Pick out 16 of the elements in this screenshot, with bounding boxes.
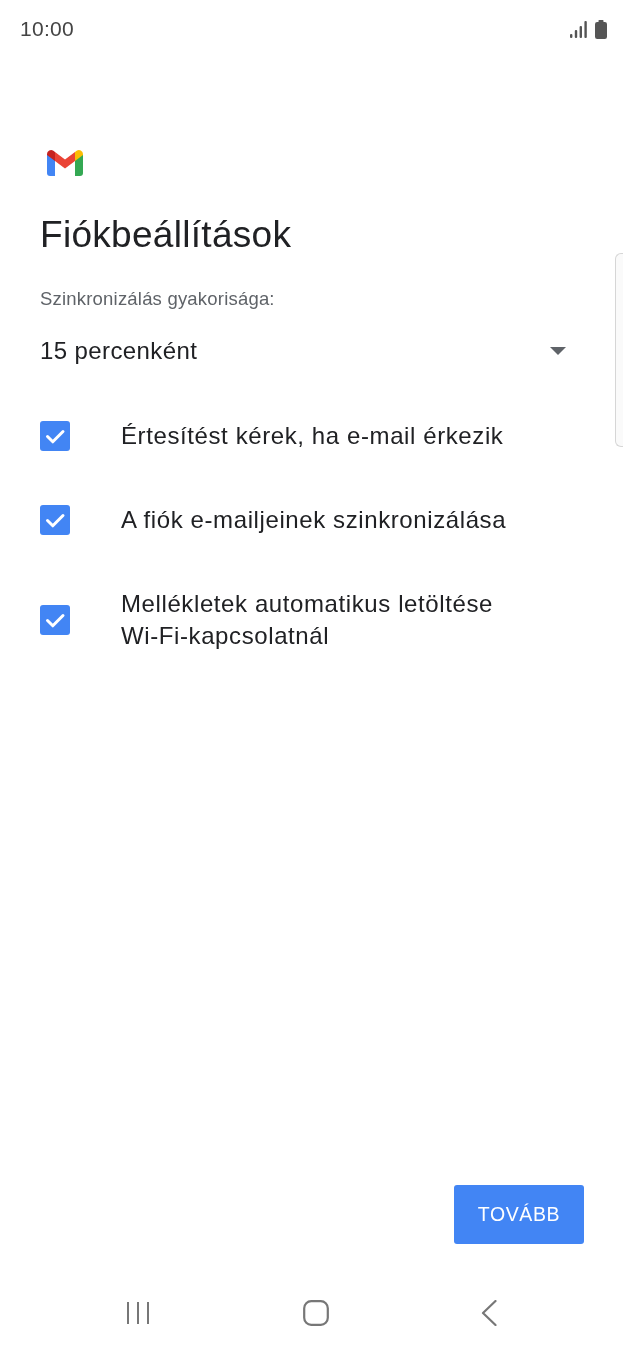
sync-frequency-dropdown[interactable]: 15 percenként	[40, 329, 566, 373]
back-icon[interactable]	[481, 1300, 497, 1326]
signal-icon	[570, 20, 587, 38]
gmail-logo-icon	[47, 148, 83, 176]
status-time: 10:00	[20, 16, 75, 43]
option-label: Mellékletek automatikus letöltése Wi-Fi-kapcsolatnál	[121, 589, 494, 651]
page-title: Fiókbeállítások	[40, 214, 293, 256]
battery-icon	[595, 19, 607, 39]
recent-apps-icon[interactable]	[126, 1301, 150, 1325]
next-button[interactable]: TOVÁBB	[454, 1185, 584, 1244]
option-label: A fiók e-mailjeinek szinkronizálása	[121, 505, 507, 535]
home-icon[interactable]	[302, 1300, 329, 1326]
option-label: Értesítést kérek, ha e-mail érkezik	[121, 421, 504, 451]
edge-panel-handle[interactable]	[615, 253, 623, 447]
sync-frequency-label: Szinkronizálás gyakorisága:	[40, 288, 276, 310]
dropdown-caret-icon	[550, 347, 566, 355]
